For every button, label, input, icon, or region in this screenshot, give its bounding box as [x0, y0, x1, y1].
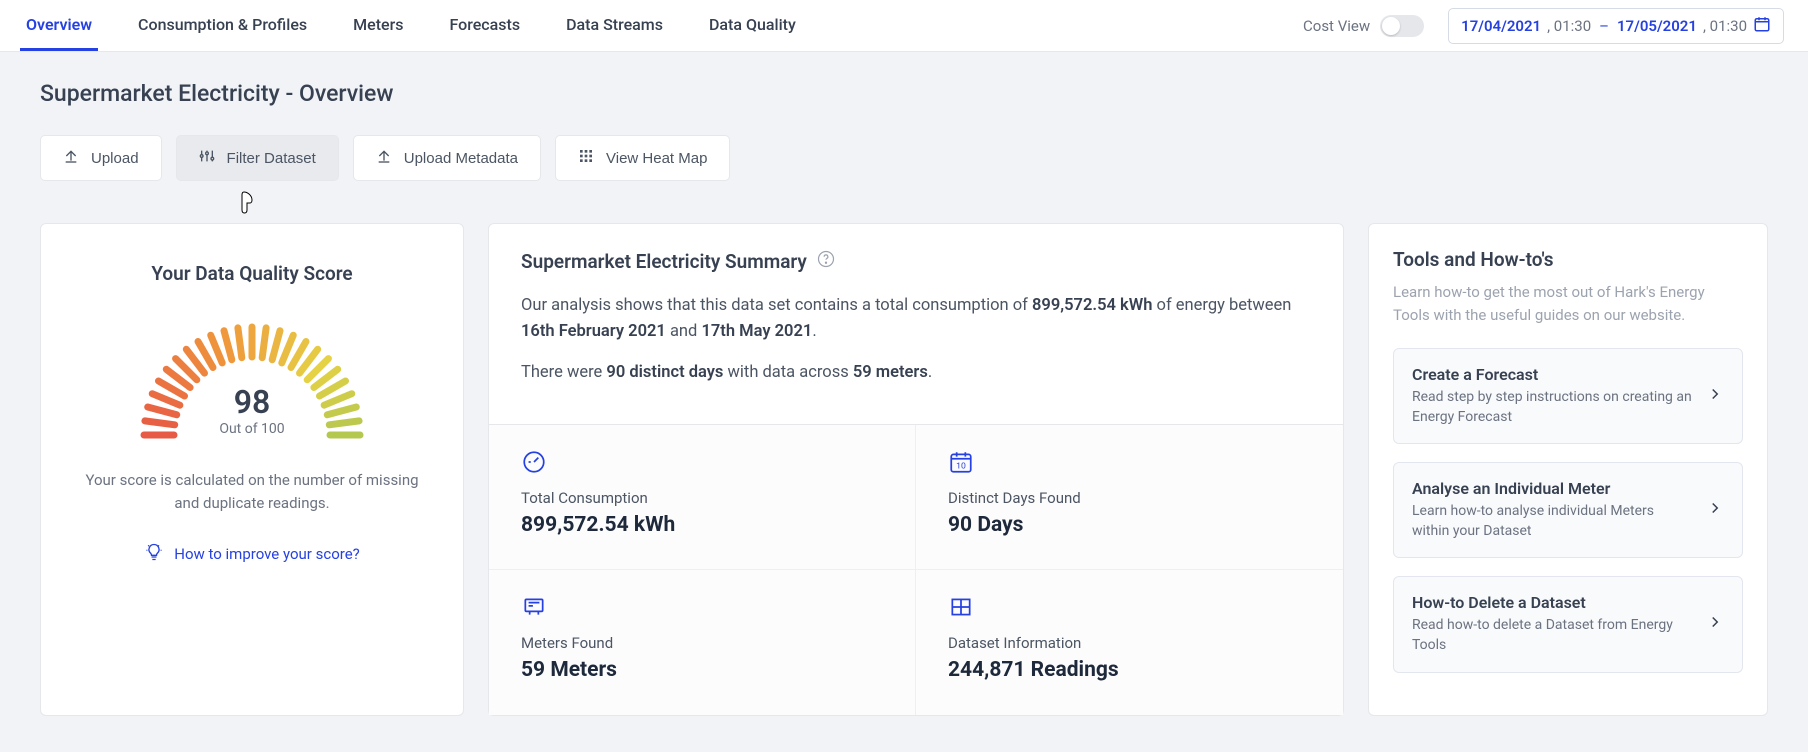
time-from: , 01:30: [1547, 17, 1591, 35]
stat-label: Dataset Information: [948, 634, 1311, 652]
tool-item-title: Create a Forecast: [1412, 365, 1694, 384]
sliders-icon: [199, 148, 215, 168]
upload-label: Upload: [91, 150, 139, 167]
gauge-icon: [521, 449, 883, 479]
table-icon: [948, 594, 1311, 624]
date-sep: –: [1597, 17, 1611, 35]
quality-title: Your Data Quality Score: [71, 262, 433, 285]
stat-days: 10 Distinct Days Found 90 Days: [916, 425, 1343, 570]
stat-value: 90 Days: [948, 513, 1311, 537]
tool-delete-dataset[interactable]: How-to Delete a Dataset Read how-to dele…: [1393, 576, 1743, 672]
date-range-picker[interactable]: 17/04/2021 , 01:30 – 17/05/2021 , 01:30: [1448, 8, 1784, 44]
summary-line2: There were 90 distinct days with data ac…: [521, 360, 1311, 386]
tool-create-forecast[interactable]: Create a Forecast Read step by step inst…: [1393, 348, 1743, 444]
chevron-right-icon: [1706, 499, 1724, 521]
gauge-outof: Out of 100: [71, 421, 433, 437]
page-title: Supermarket Electricity - Overview: [40, 80, 1768, 107]
tools-desc: Learn how-to get the most out of Hark's …: [1393, 281, 1743, 326]
tools-title: Tools and How-to's: [1393, 248, 1743, 271]
summary-grid: Total Consumption 899,572.54 kWh 10 Dist…: [489, 424, 1343, 714]
tab-bar: Overview Consumption & Profiles Meters F…: [20, 0, 802, 51]
tool-item-title: Analyse an Individual Meter: [1412, 479, 1694, 498]
stat-readings: Dataset Information 244,871 Readings: [916, 570, 1343, 715]
tool-item-desc: Learn how-to analyse individual Meters w…: [1412, 502, 1694, 541]
filter-dataset-button[interactable]: Filter Dataset: [176, 135, 339, 181]
chevron-right-icon: [1706, 613, 1724, 635]
tab-forecasts[interactable]: Forecasts: [443, 0, 526, 51]
tab-data-quality[interactable]: Data Quality: [703, 0, 802, 51]
tool-item-desc: Read how-to delete a Dataset from Energy…: [1412, 616, 1694, 655]
upload-meta-label: Upload Metadata: [404, 150, 518, 167]
action-buttons: Upload Filter Dataset Upload Metadata Vi…: [40, 135, 1768, 181]
page-body: Supermarket Electricity - Overview Uploa…: [0, 52, 1808, 744]
stat-consumption: Total Consumption 899,572.54 kWh: [489, 425, 916, 570]
summary-card: Supermarket Electricity Summary Our anal…: [488, 223, 1344, 716]
stat-label: Total Consumption: [521, 489, 883, 507]
improve-label: How to improve your score?: [174, 545, 360, 563]
summary-title-text: Supermarket Electricity Summary: [521, 250, 807, 273]
improve-score-link[interactable]: How to improve your score?: [71, 542, 433, 566]
stat-value: 59 Meters: [521, 658, 883, 682]
stat-value: 244,871 Readings: [948, 658, 1311, 682]
summary-title: Supermarket Electricity Summary: [521, 250, 1311, 273]
upload-icon: [376, 148, 392, 168]
quality-desc: Your score is calculated on the number o…: [79, 469, 425, 516]
gauge: 98 Out of 100: [71, 305, 433, 445]
stat-meters: Meters Found 59 Meters: [489, 570, 916, 715]
meter-icon: [521, 594, 883, 624]
switch-icon[interactable]: [1380, 15, 1424, 37]
tool-item-desc: Read step by step instructions on creati…: [1412, 388, 1694, 427]
upload-icon: [63, 148, 79, 168]
topbar: Overview Consumption & Profiles Meters F…: [0, 0, 1808, 52]
chevron-right-icon: [1706, 385, 1724, 407]
help-icon[interactable]: [817, 250, 835, 273]
filter-label: Filter Dataset: [227, 150, 316, 167]
time-to: , 01:30: [1703, 17, 1747, 35]
stat-label: Distinct Days Found: [948, 489, 1311, 507]
tool-item-title: How-to Delete a Dataset: [1412, 593, 1694, 612]
date-from: 17/04/2021: [1461, 17, 1541, 35]
grid-icon: [578, 148, 594, 168]
upload-metadata-button[interactable]: Upload Metadata: [353, 135, 541, 181]
view-heatmap-button[interactable]: View Heat Map: [555, 135, 730, 181]
tools-card: Tools and How-to's Learn how-to get the …: [1368, 223, 1768, 716]
stat-label: Meters Found: [521, 634, 883, 652]
heatmap-label: View Heat Map: [606, 150, 707, 167]
stat-value: 899,572.54 kWh: [521, 513, 883, 537]
tab-meters[interactable]: Meters: [347, 0, 409, 51]
summary-line1: Our analysis shows that this data set co…: [521, 293, 1311, 346]
upload-button[interactable]: Upload: [40, 135, 162, 181]
card-row: Your Data Quality Score 98 Out of 100 Yo…: [40, 223, 1768, 716]
lightbulb-icon: [144, 542, 164, 566]
tab-data-streams[interactable]: Data Streams: [560, 0, 669, 51]
data-quality-card: Your Data Quality Score 98 Out of 100 Yo…: [40, 223, 464, 716]
calendar-icon: 10: [948, 449, 1311, 479]
gauge-score: 98: [71, 383, 433, 421]
topbar-right: Cost View 17/04/2021 , 01:30 – 17/05/2021…: [1303, 8, 1784, 44]
cost-view-toggle[interactable]: Cost View: [1303, 15, 1424, 37]
tab-consumption[interactable]: Consumption & Profiles: [132, 0, 313, 51]
date-to: 17/05/2021: [1617, 17, 1697, 35]
tool-analyse-meter[interactable]: Analyse an Individual Meter Learn how-to…: [1393, 462, 1743, 558]
tab-overview[interactable]: Overview: [20, 0, 98, 51]
calendar-icon: [1753, 15, 1771, 37]
cost-view-label: Cost View: [1303, 17, 1370, 35]
svg-text:10: 10: [956, 462, 966, 472]
